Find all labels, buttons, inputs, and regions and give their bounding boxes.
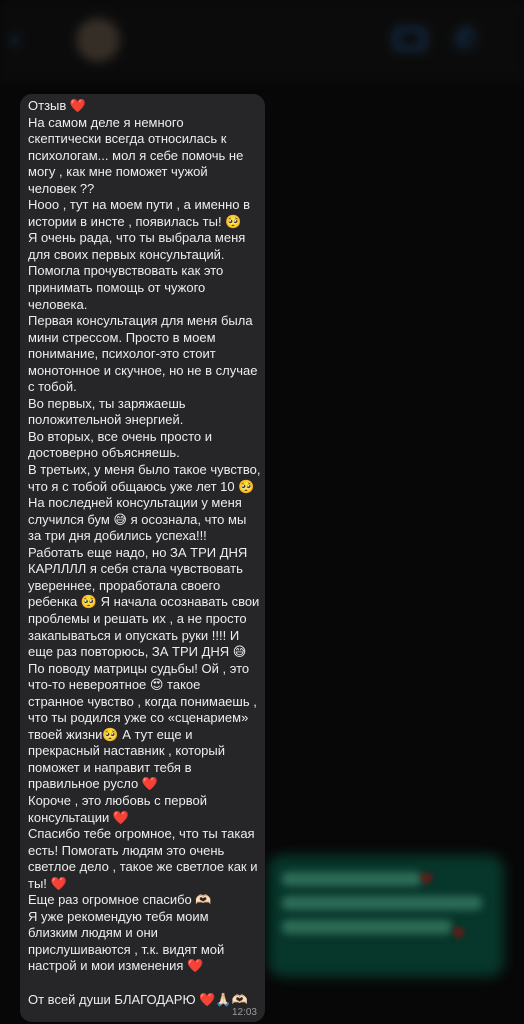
message-line: прекрасный наставник , который — [28, 743, 226, 759]
message-line: психологам... мол я себе помочь не — [28, 147, 244, 163]
message-line: Короче , это любовь с первой — [28, 792, 207, 808]
contact-status — [132, 48, 292, 62]
blurred-text-line — [282, 896, 482, 910]
message-line: твоей жизни🥺 А тут еще и — [28, 726, 193, 742]
message-line: близким людям и они — [28, 925, 158, 941]
message-line: От всей души БЛАГОДАРЮ ❤️🙏🏻🫶🏻 — [28, 991, 248, 1007]
message-line: еще раз повторюсь, ЗА ТРИ ДНЯ 😅 — [28, 644, 247, 660]
message-line: истории в инсте , появилась ты! 🥺 — [28, 213, 242, 229]
message-line: за три дня добились успеха!!! — [28, 528, 207, 544]
blurred-heart-icon: ♥ — [452, 920, 466, 945]
chat-header: ‹ ✆ — [0, 0, 524, 82]
message-line: монотонное и скучное, но не в случае — [28, 362, 258, 378]
message-line: странное чувство , когда понимаешь , — [28, 693, 257, 709]
blurred-text-line — [282, 872, 422, 886]
message-line: В третьих, у меня было такое чувство, — [28, 462, 261, 478]
message-line: светлое дело , такое же светлое как и — [28, 859, 258, 875]
message-line: прислушиваются , т.к. видят мой — [28, 941, 225, 957]
incoming-message-bubble[interactable]: Отзыв ❤️ На самом деле я немного скептичес… — [20, 94, 265, 1022]
message-line — [28, 975, 264, 992]
message-line: На самом деле я немного — [28, 114, 184, 130]
message-line: Первая консультация для меня была — [28, 313, 253, 329]
message-line: Во первых, ты заряжаешь — [28, 395, 186, 411]
message-line: что я с тобой общаюсь уже лет 10 🥺 — [28, 478, 255, 494]
message-line: На последней консультации у меня — [28, 495, 242, 511]
message-line: положительной энергией. — [28, 412, 184, 428]
message-line: могу , как мне поможет чужой — [28, 164, 208, 180]
message-time: 12:03 — [231, 1007, 257, 1018]
message-line: Я очень рада, что ты выбрала меня — [28, 230, 246, 246]
message-line: настрой и мои изменения ❤️ — [28, 958, 204, 974]
message-line: что ты родился уже со «сценарием» — [28, 710, 249, 726]
message-line: скептически всегда относилась к — [28, 131, 227, 147]
message-line: КАРЛЛЛЛ я себя стала чувствовать — [28, 561, 243, 577]
message-line: увереннее, проработала своего — [28, 577, 221, 593]
message-text: Отзыв ❤️ На самом деле я немного скептичес… — [28, 98, 264, 1008]
message-line: Работать еще надо, но ЗА ТРИ ДНЯ — [28, 544, 248, 560]
message-line: Помогла прочувствовать как это — [28, 263, 224, 279]
phone-icon[interactable]: ✆ — [454, 24, 484, 54]
message-line: ты! ❤️ — [28, 875, 67, 891]
message-line: Нооо , тут на моем пути , а именно в — [28, 197, 251, 213]
message-line: для своих первых консультаций. — [28, 246, 225, 262]
message-line: Еще раз огромное спасибо 🫶🏻 — [28, 892, 212, 908]
message-line: принимать помощь от чужого — [28, 280, 206, 296]
message-line: Я уже рекомендую тебя моим — [28, 908, 209, 924]
blurred-text-line — [282, 920, 452, 934]
message-line: ребенка 🥺 Я начала осознавать свои — [28, 594, 260, 610]
message-line: закапываться и опускать руки !!!! И — [28, 627, 240, 643]
video-call-icon[interactable] — [394, 28, 426, 50]
contact-name[interactable] — [132, 22, 352, 44]
message-line: случился бум 😅 я осознала, что мы — [28, 511, 247, 527]
message-line: с тобой. — [28, 379, 77, 395]
message-line: что-то невероятное 😍 такое — [28, 677, 201, 693]
message-line: Во вторых, все очень просто и — [28, 428, 212, 444]
message-line: есть! Помогать людям это очень — [28, 842, 225, 858]
message-line: понимание, психолог-это стоит — [28, 346, 216, 362]
message-line: мини стрессом. Просто в моем — [28, 329, 216, 345]
blurred-heart-icon: ♥ — [420, 866, 434, 891]
message-line: консультации ❤️ — [28, 809, 130, 825]
message-line: поможет и направит тебя в — [28, 759, 192, 775]
message-line: достоверно объясняешь. — [28, 445, 180, 461]
message-line: Отзыв ❤️ — [28, 98, 87, 113]
contact-avatar[interactable] — [76, 18, 120, 62]
message-line: человека. — [28, 296, 88, 312]
back-chevron-icon[interactable]: ‹ — [10, 24, 36, 54]
message-line: По поводу матрицы судьбы! Ой , это — [28, 660, 250, 676]
message-line: Спасибо тебе огромное, что ты такая — [28, 826, 255, 842]
message-line: человек ?? — [28, 180, 95, 196]
message-line: правильное русло ❤️ — [28, 776, 158, 792]
message-line: проблемы и решать их , а не просто — [28, 610, 247, 626]
